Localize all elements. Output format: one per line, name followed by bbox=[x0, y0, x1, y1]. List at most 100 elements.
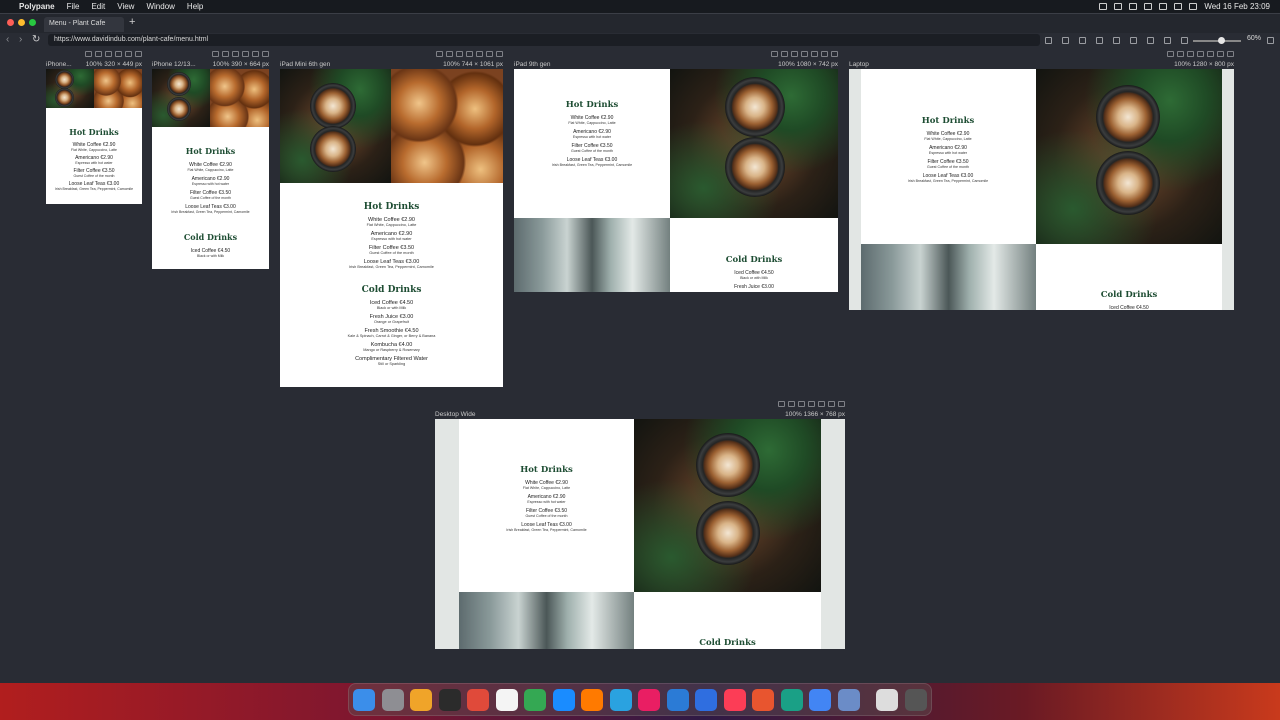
zoom-window-button[interactable] bbox=[29, 19, 36, 26]
device-name: iPhone... bbox=[46, 61, 72, 68]
menu-item-desc: Guest Coffee of the month bbox=[73, 174, 115, 178]
zoom-slider-handle[interactable] bbox=[1218, 37, 1225, 44]
device-info: 100% 390 × 664 px bbox=[209, 61, 269, 68]
device-tools[interactable] bbox=[771, 51, 838, 57]
device-tools[interactable] bbox=[212, 51, 269, 57]
menu-window[interactable]: Window bbox=[146, 2, 174, 11]
telegram-icon[interactable] bbox=[609, 689, 632, 711]
buns-image bbox=[210, 69, 269, 127]
url-bar[interactable]: https://www.davidindub.com/plant-cafe/me… bbox=[48, 34, 1040, 46]
cold-drinks-title: Cold Drinks bbox=[183, 232, 238, 242]
menu-item-desc: Irish Breakfast, Green Tea, Peppermint, … bbox=[506, 528, 587, 532]
edit-icon[interactable] bbox=[1096, 37, 1103, 44]
device-info: 100% 320 × 449 px bbox=[82, 61, 142, 68]
screenshot-icon[interactable] bbox=[1130, 37, 1137, 44]
menu-help[interactable]: Help bbox=[187, 2, 203, 11]
trash-icon[interactable] bbox=[904, 689, 927, 711]
hot-drinks-title: Hot Drinks bbox=[69, 127, 119, 137]
new-tab-button[interactable]: + bbox=[129, 16, 135, 28]
viewport[interactable]: Hot Drinks White Coffee €2.90 Flat White… bbox=[514, 69, 838, 292]
vscode-icon[interactable] bbox=[666, 689, 689, 711]
calendar-icon[interactable] bbox=[495, 689, 518, 711]
menu-item-desc: Flat White, Cappuccino, Latte bbox=[366, 223, 417, 227]
polypane-icon[interactable] bbox=[752, 689, 774, 711]
slack-icon[interactable] bbox=[638, 689, 660, 711]
menu-item-desc: Espresso with hot water bbox=[572, 135, 612, 139]
close-window-button[interactable] bbox=[7, 19, 14, 26]
device-info: 100% 1366 × 768 px bbox=[782, 411, 845, 418]
music-icon[interactable] bbox=[723, 689, 746, 711]
back-icon[interactable]: ‹ bbox=[6, 34, 9, 45]
viewport[interactable]: Hot Drinks White Coffee €2.90 Flat White… bbox=[435, 419, 845, 649]
chrome-icon[interactable] bbox=[524, 689, 546, 711]
menu-item-desc: Guest Coffee of the month bbox=[570, 149, 614, 153]
menu-item-desc: Espresso with hot water bbox=[928, 151, 968, 155]
cafe-image bbox=[459, 592, 634, 649]
chrome-canary-icon[interactable] bbox=[809, 689, 831, 711]
preview-icon[interactable] bbox=[837, 689, 860, 711]
menu-section-cold: Cold Drinks bbox=[634, 638, 821, 648]
menu-section: Hot Drinks White Coffee €2.90 Flat White… bbox=[514, 100, 670, 167]
gmail-icon[interactable] bbox=[467, 689, 489, 711]
menu-file[interactable]: File bbox=[67, 2, 80, 11]
launchpad-icon[interactable] bbox=[410, 689, 432, 711]
device-tools[interactable] bbox=[1167, 51, 1234, 57]
forward-icon[interactable]: › bbox=[19, 34, 22, 45]
menu-item-desc: Espresso with hot water bbox=[371, 237, 412, 241]
device-info: 100% 1280 × 800 px bbox=[1171, 61, 1234, 68]
app-menu[interactable]: Polypane bbox=[19, 2, 55, 11]
safari-icon[interactable] bbox=[552, 689, 575, 711]
inspect-icon[interactable] bbox=[1147, 37, 1154, 44]
device-tools[interactable] bbox=[85, 51, 142, 57]
menu-item-desc: Irish Breakfast, Green Tea, Peppermint, … bbox=[349, 265, 434, 269]
control-center-icon[interactable] bbox=[1189, 3, 1198, 10]
bluetooth-icon[interactable] bbox=[1129, 3, 1138, 10]
finder-icon[interactable] bbox=[353, 689, 375, 711]
menu-section: Hot Drinks White Coffee €2.90 Flat White… bbox=[280, 202, 503, 366]
tab-bar: Menu - Plant Cafe + bbox=[0, 14, 1280, 33]
menu-edit[interactable]: Edit bbox=[91, 2, 105, 11]
sidebar-icon[interactable] bbox=[1181, 37, 1188, 44]
menu-view[interactable]: View bbox=[117, 2, 134, 11]
hot-drinks-title: Hot Drinks bbox=[363, 202, 420, 212]
battery-icon[interactable] bbox=[1159, 3, 1168, 10]
coffee-image bbox=[46, 69, 94, 108]
device-name: Desktop Wide bbox=[435, 411, 476, 418]
gitkraken-icon[interactable] bbox=[780, 689, 803, 711]
outline-icon[interactable] bbox=[1113, 37, 1120, 44]
downloads-icon[interactable] bbox=[876, 689, 898, 711]
firefox-icon[interactable] bbox=[581, 689, 603, 711]
volume-icon[interactable] bbox=[1099, 3, 1108, 10]
edge-icon[interactable] bbox=[695, 689, 717, 711]
search-icon[interactable] bbox=[1174, 3, 1183, 10]
viewport[interactable]: Hot Drinks White Coffee €2.90 Flat White… bbox=[849, 69, 1234, 310]
menu-bar: Polypane File Edit View Window Help Wed … bbox=[0, 0, 1280, 13]
device-tools[interactable] bbox=[778, 401, 845, 407]
layout-icon[interactable] bbox=[1045, 37, 1052, 44]
zoom-slider[interactable] bbox=[1193, 40, 1241, 42]
filter-icon[interactable] bbox=[1062, 37, 1069, 44]
menu-icon[interactable] bbox=[1267, 37, 1274, 44]
clock[interactable]: Wed 16 Feb 23:09 bbox=[1204, 2, 1270, 11]
device-pane-desktop-wide: Desktop Wide 100% 1366 × 768 px Hot Drin… bbox=[435, 401, 845, 649]
sync-icon[interactable] bbox=[1079, 37, 1086, 44]
menu-item-desc: Irish Breakfast, Green Tea, Peppermint, … bbox=[54, 187, 134, 191]
device-tools[interactable] bbox=[436, 51, 503, 57]
display-icon[interactable] bbox=[1114, 3, 1123, 10]
cold-drinks-title: Cold Drinks bbox=[361, 285, 422, 295]
device-pane-ipad: iPad 9th gen 100% 1080 × 742 px Hot Drin… bbox=[514, 51, 838, 292]
menu-item-desc: Irish Breakfast, Green Tea, Peppermint, … bbox=[551, 163, 633, 167]
wifi-icon[interactable] bbox=[1144, 3, 1153, 10]
browser-window: Menu - Plant Cafe + ‹ › ↻ https://www.da… bbox=[0, 13, 1280, 683]
viewport[interactable]: Hot Drinks White Coffee €2.90 Flat White… bbox=[152, 69, 269, 269]
code-icon[interactable] bbox=[1164, 37, 1171, 44]
viewport[interactable]: Hot Drinks White Coffee €2.90 Flat White… bbox=[46, 69, 142, 204]
hot-drinks-title: Hot Drinks bbox=[921, 116, 975, 126]
terminal-icon[interactable] bbox=[438, 689, 461, 711]
device-name: iPad Mini 6th gen bbox=[280, 61, 331, 68]
system-preferences-icon[interactable] bbox=[381, 689, 404, 711]
tab-menu-plant-cafe[interactable]: Menu - Plant Cafe bbox=[44, 17, 124, 32]
minimize-window-button[interactable] bbox=[18, 19, 25, 26]
reload-icon[interactable]: ↻ bbox=[32, 34, 40, 45]
viewport[interactable]: Hot Drinks White Coffee €2.90 Flat White… bbox=[280, 69, 503, 387]
